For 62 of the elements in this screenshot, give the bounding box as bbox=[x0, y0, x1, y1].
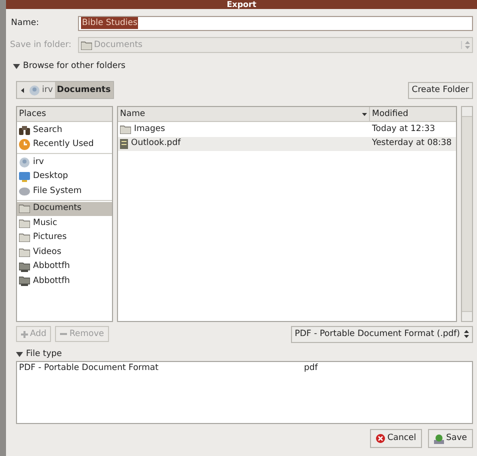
home-icon bbox=[19, 156, 30, 168]
plus-icon bbox=[21, 330, 28, 338]
file-type-name: PDF - Portable Document Format bbox=[19, 362, 160, 375]
folder-icon bbox=[19, 248, 30, 257]
file-type-toggle[interactable]: File type bbox=[10, 347, 62, 361]
path-button[interactable]: Documents bbox=[54, 82, 113, 98]
column-header[interactable]: Places bbox=[17, 107, 112, 122]
scrollbar[interactable] bbox=[461, 106, 473, 322]
minus-icon bbox=[60, 333, 68, 335]
place-item[interactable]: Abbottfh bbox=[17, 274, 112, 288]
save-button[interactable]: Save bbox=[428, 429, 473, 448]
window-title: Export bbox=[226, 0, 256, 8]
place-item[interactable]: Recently Used bbox=[17, 138, 112, 152]
place-item[interactable]: Music bbox=[17, 216, 112, 230]
filter-dropdown[interactable]: PDF - Portable Document Format (.pdf) bbox=[290, 326, 473, 342]
folder-icon bbox=[120, 124, 131, 134]
save-icon bbox=[434, 434, 444, 444]
file-row[interactable]: Images Today at 12:33 bbox=[118, 122, 456, 136]
clock-icon bbox=[19, 139, 30, 150]
folder-icon bbox=[81, 40, 92, 50]
back-button[interactable] bbox=[17, 82, 27, 98]
expander-icon[interactable] bbox=[16, 352, 23, 356]
column-header[interactable]: Modified bbox=[370, 107, 456, 121]
place-item[interactable]: Desktop bbox=[17, 170, 112, 184]
desktop-icon bbox=[19, 172, 30, 182]
spinner-icon bbox=[461, 41, 470, 49]
name-field[interactable]: Bible Studies bbox=[78, 16, 473, 30]
binoculars-icon bbox=[19, 125, 30, 136]
path-button[interactable]: irv bbox=[27, 82, 55, 98]
network-folder-icon bbox=[19, 276, 30, 286]
place-item[interactable]: Abbottfh bbox=[17, 260, 112, 274]
spinner-icon bbox=[464, 330, 469, 338]
drive-icon bbox=[19, 186, 30, 196]
network-folder-icon bbox=[19, 262, 30, 272]
file-type-extension: pdf bbox=[304, 362, 318, 375]
place-item[interactable]: File System bbox=[17, 184, 112, 198]
place-item[interactable]: Pictures bbox=[17, 230, 112, 245]
create-folder-button[interactable]: Create Folder bbox=[408, 82, 473, 98]
modified-cell-text: Yesterday at 08:38 bbox=[371, 137, 453, 150]
expander-icon[interactable] bbox=[13, 64, 20, 68]
cancel-button[interactable]: Cancel bbox=[370, 429, 422, 448]
column-header[interactable]: Name bbox=[118, 107, 370, 121]
browse-toggle[interactable]: Browse for other folders bbox=[10, 58, 126, 74]
place-item[interactable]: Search bbox=[17, 123, 112, 138]
place-item[interactable]: irv bbox=[17, 155, 112, 170]
name-label: Name: bbox=[10, 16, 40, 30]
place-item[interactable]: Videos bbox=[17, 245, 112, 260]
file-row[interactable]: Outlook.pdf Yesterday at 08:38 bbox=[118, 136, 456, 151]
document-icon bbox=[120, 138, 128, 149]
file-name: Images bbox=[134, 122, 166, 136]
cancel-icon bbox=[376, 434, 386, 443]
folder-icon bbox=[19, 204, 30, 214]
save-in-label: Save in folder: bbox=[10, 38, 72, 52]
place-item[interactable]: Documents bbox=[17, 202, 112, 216]
file-name: Outlook.pdf bbox=[131, 137, 181, 150]
home-icon bbox=[29, 84, 40, 96]
folder-name: Documents bbox=[94, 38, 144, 52]
modified-cell-text: Today at 12:33 bbox=[371, 122, 436, 136]
folder-icon bbox=[19, 233, 30, 242]
arrow-icon bbox=[20, 88, 24, 92]
folder-icon bbox=[19, 218, 30, 228]
sort-arrow-icon bbox=[362, 112, 367, 116]
